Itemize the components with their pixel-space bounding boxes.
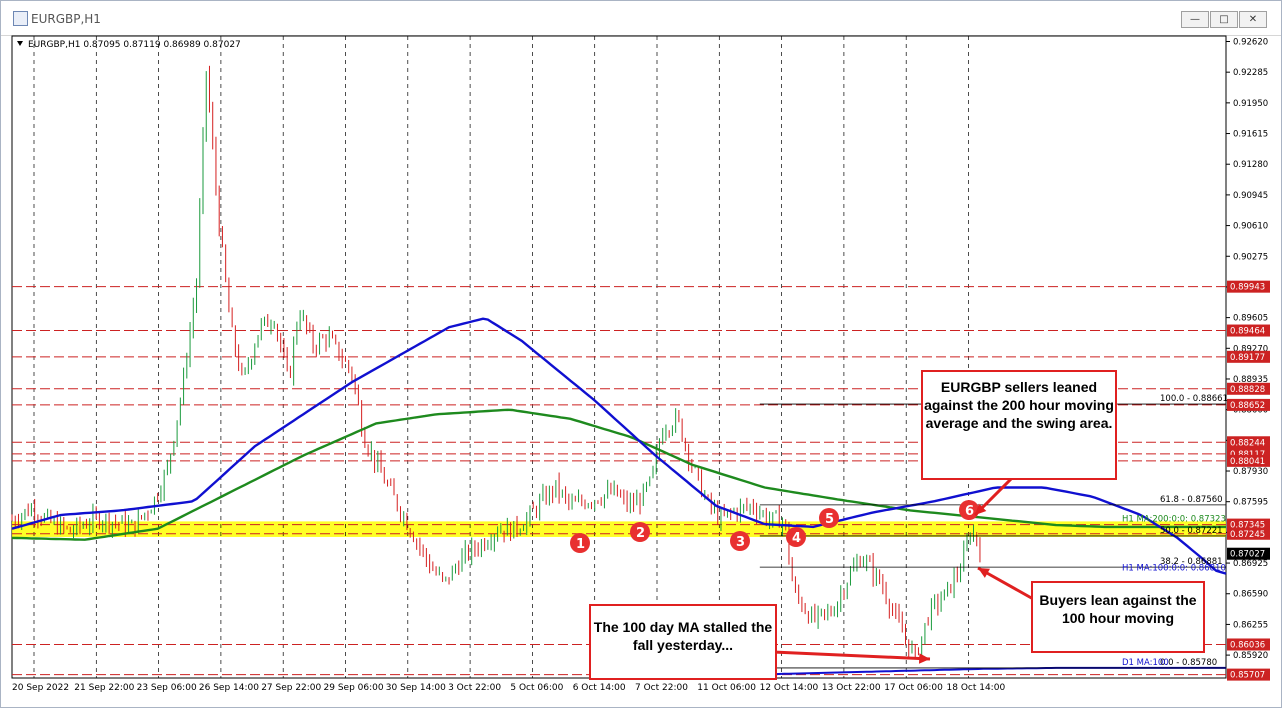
annotation-d1-ma: The 100 day MA stalled the fall yesterda…: [589, 604, 777, 680]
swing-marker-label: 4: [792, 531, 801, 546]
x-tick-label: 3 Oct 22:00: [448, 683, 501, 693]
last-price-label: 0.87027: [1230, 550, 1265, 560]
swing-marker-label: 6: [965, 504, 974, 519]
y-tick-label: 0.86590: [1233, 590, 1268, 600]
x-tick-label: 13 Oct 22:00: [822, 683, 881, 693]
y-tick-label: 0.90275: [1233, 252, 1268, 262]
swing-marker-label: 5: [825, 512, 834, 527]
fib-label: 100.0 - 0.88661: [1160, 394, 1228, 404]
swing-marker-label: 3: [736, 535, 745, 550]
ma100-tag: H1 MA:100:0:0: 0.86810: [1122, 564, 1226, 574]
x-tick-label: 20 Sep 2022: [12, 683, 69, 693]
y-tick-label: 0.92285: [1233, 68, 1268, 78]
x-tick-label: 30 Sep 14:00: [386, 683, 446, 693]
y-tick-label: 0.86925: [1233, 559, 1268, 569]
swing-marker-label: 1: [576, 537, 585, 552]
annotation-sellers: EURGBP sellers leaned against the 200 ho…: [921, 370, 1117, 480]
y-tick-label: 0.87930: [1233, 467, 1268, 477]
x-tick-label: 27 Sep 22:00: [261, 683, 321, 693]
x-tick-label: 5 Oct 06:00: [510, 683, 563, 693]
price-level-label: 0.87245: [1230, 530, 1265, 540]
x-tick-label: 23 Sep 06:00: [137, 683, 197, 693]
y-tick-label: 0.87595: [1233, 498, 1268, 508]
d1ma-tag: D1 MA:100: [1122, 658, 1169, 668]
swing-marker-label: 2: [636, 526, 645, 541]
x-tick-label: 6 Oct 14:00: [573, 683, 626, 693]
y-tick-label: 0.91615: [1233, 130, 1268, 140]
annotation-buyers: Buyers lean against the 100 hour moving: [1031, 581, 1205, 653]
price-level-label: 0.89177: [1230, 353, 1265, 363]
x-tick-label: 18 Oct 14:00: [947, 683, 1006, 693]
price-level-label: 0.88244: [1230, 438, 1265, 448]
x-tick-label: 26 Sep 14:00: [199, 683, 259, 693]
x-tick-label: 29 Sep 06:00: [324, 683, 384, 693]
y-tick-label: 0.90610: [1233, 222, 1268, 232]
symbol-header: EURGBP,H1 0.87095 0.87119 0.86989 0.8702…: [28, 40, 241, 50]
fib-label: 50.0 - 0.87221: [1160, 526, 1223, 536]
x-tick-label: 7 Oct 22:00: [635, 683, 688, 693]
y-tick-label: 0.91280: [1233, 160, 1268, 170]
x-tick-label: 21 Sep 22:00: [74, 683, 134, 693]
price-level-label: 0.86036: [1230, 640, 1265, 650]
price-level-label: 0.89943: [1230, 283, 1265, 293]
y-tick-label: 0.85920: [1233, 651, 1268, 661]
price-level-label: 0.88041: [1230, 457, 1265, 467]
x-tick-label: 11 Oct 06:00: [697, 683, 756, 693]
price-level-label: 0.89464: [1230, 327, 1265, 337]
x-tick-label: 12 Oct 14:00: [760, 683, 819, 693]
y-tick-label: 0.92620: [1233, 37, 1268, 47]
price-level-label: 0.88652: [1230, 401, 1265, 411]
y-tick-label: 0.89605: [1233, 314, 1268, 324]
y-tick-label: 0.90945: [1233, 191, 1268, 201]
y-tick-label: 0.91950: [1233, 99, 1268, 109]
y-tick-label: 0.86255: [1233, 620, 1268, 630]
fib-label: 61.8 - 0.87560: [1160, 495, 1223, 505]
x-tick-label: 17 Oct 06:00: [884, 683, 943, 693]
price-level-label: 0.88828: [1230, 385, 1265, 395]
ma200-tag: H1 MA:200:0:0: 0.87323: [1122, 515, 1226, 525]
price-level-label: 0.85707: [1230, 671, 1265, 681]
